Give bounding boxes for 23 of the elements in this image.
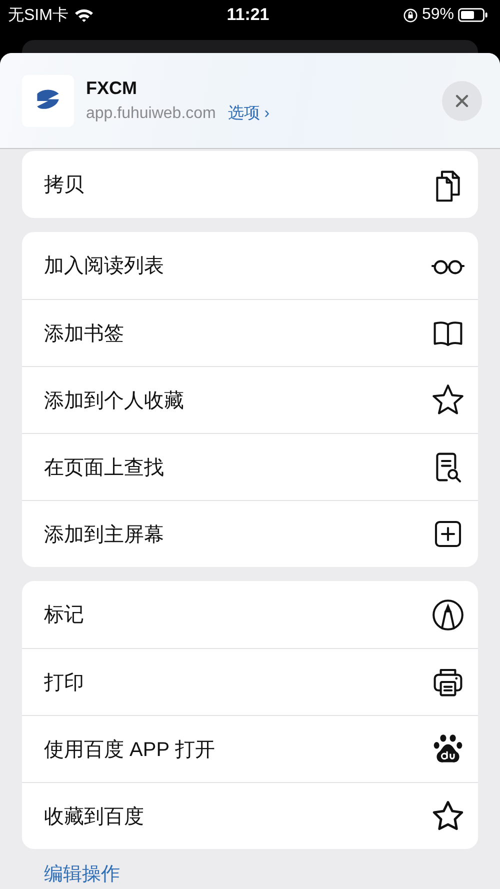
clock-time: 11:21 <box>226 5 270 25</box>
action-item[interactable]: 标记 <box>22 581 478 648</box>
site-url: app.fuhuiweb.com <box>86 104 216 122</box>
edit-actions-link[interactable]: 编辑操作 <box>22 861 120 887</box>
wifi-icon <box>74 8 94 22</box>
action-item[interactable]: 打印 <box>22 648 478 715</box>
carrier-label: 无SIM卡 <box>8 6 68 26</box>
action-item[interactable]: 添加到主屏幕 <box>22 500 478 567</box>
battery-percent: 59% <box>422 6 454 24</box>
battery-icon <box>458 8 488 22</box>
action-item[interactable]: 加入阅读列表 <box>22 232 478 299</box>
close-button[interactable] <box>442 80 482 120</box>
action-item[interactable]: 添加书签 <box>22 299 478 366</box>
action-item[interactable]: 在页面上查找 <box>22 433 478 500</box>
options-link[interactable]: 选项 › <box>228 102 270 124</box>
action-item[interactable]: 添加到个人收藏 <box>22 366 478 433</box>
close-icon <box>454 92 470 108</box>
pen-circle-icon <box>430 596 466 632</box>
site-title: FXCM <box>86 78 138 98</box>
rotation-lock-icon <box>402 8 418 22</box>
action-item[interactable]: 拷贝 <box>22 151 478 218</box>
action-item[interactable]: 收藏到百度 <box>22 782 478 849</box>
action-item[interactable]: 使用百度 APP 打开 <box>22 715 478 782</box>
